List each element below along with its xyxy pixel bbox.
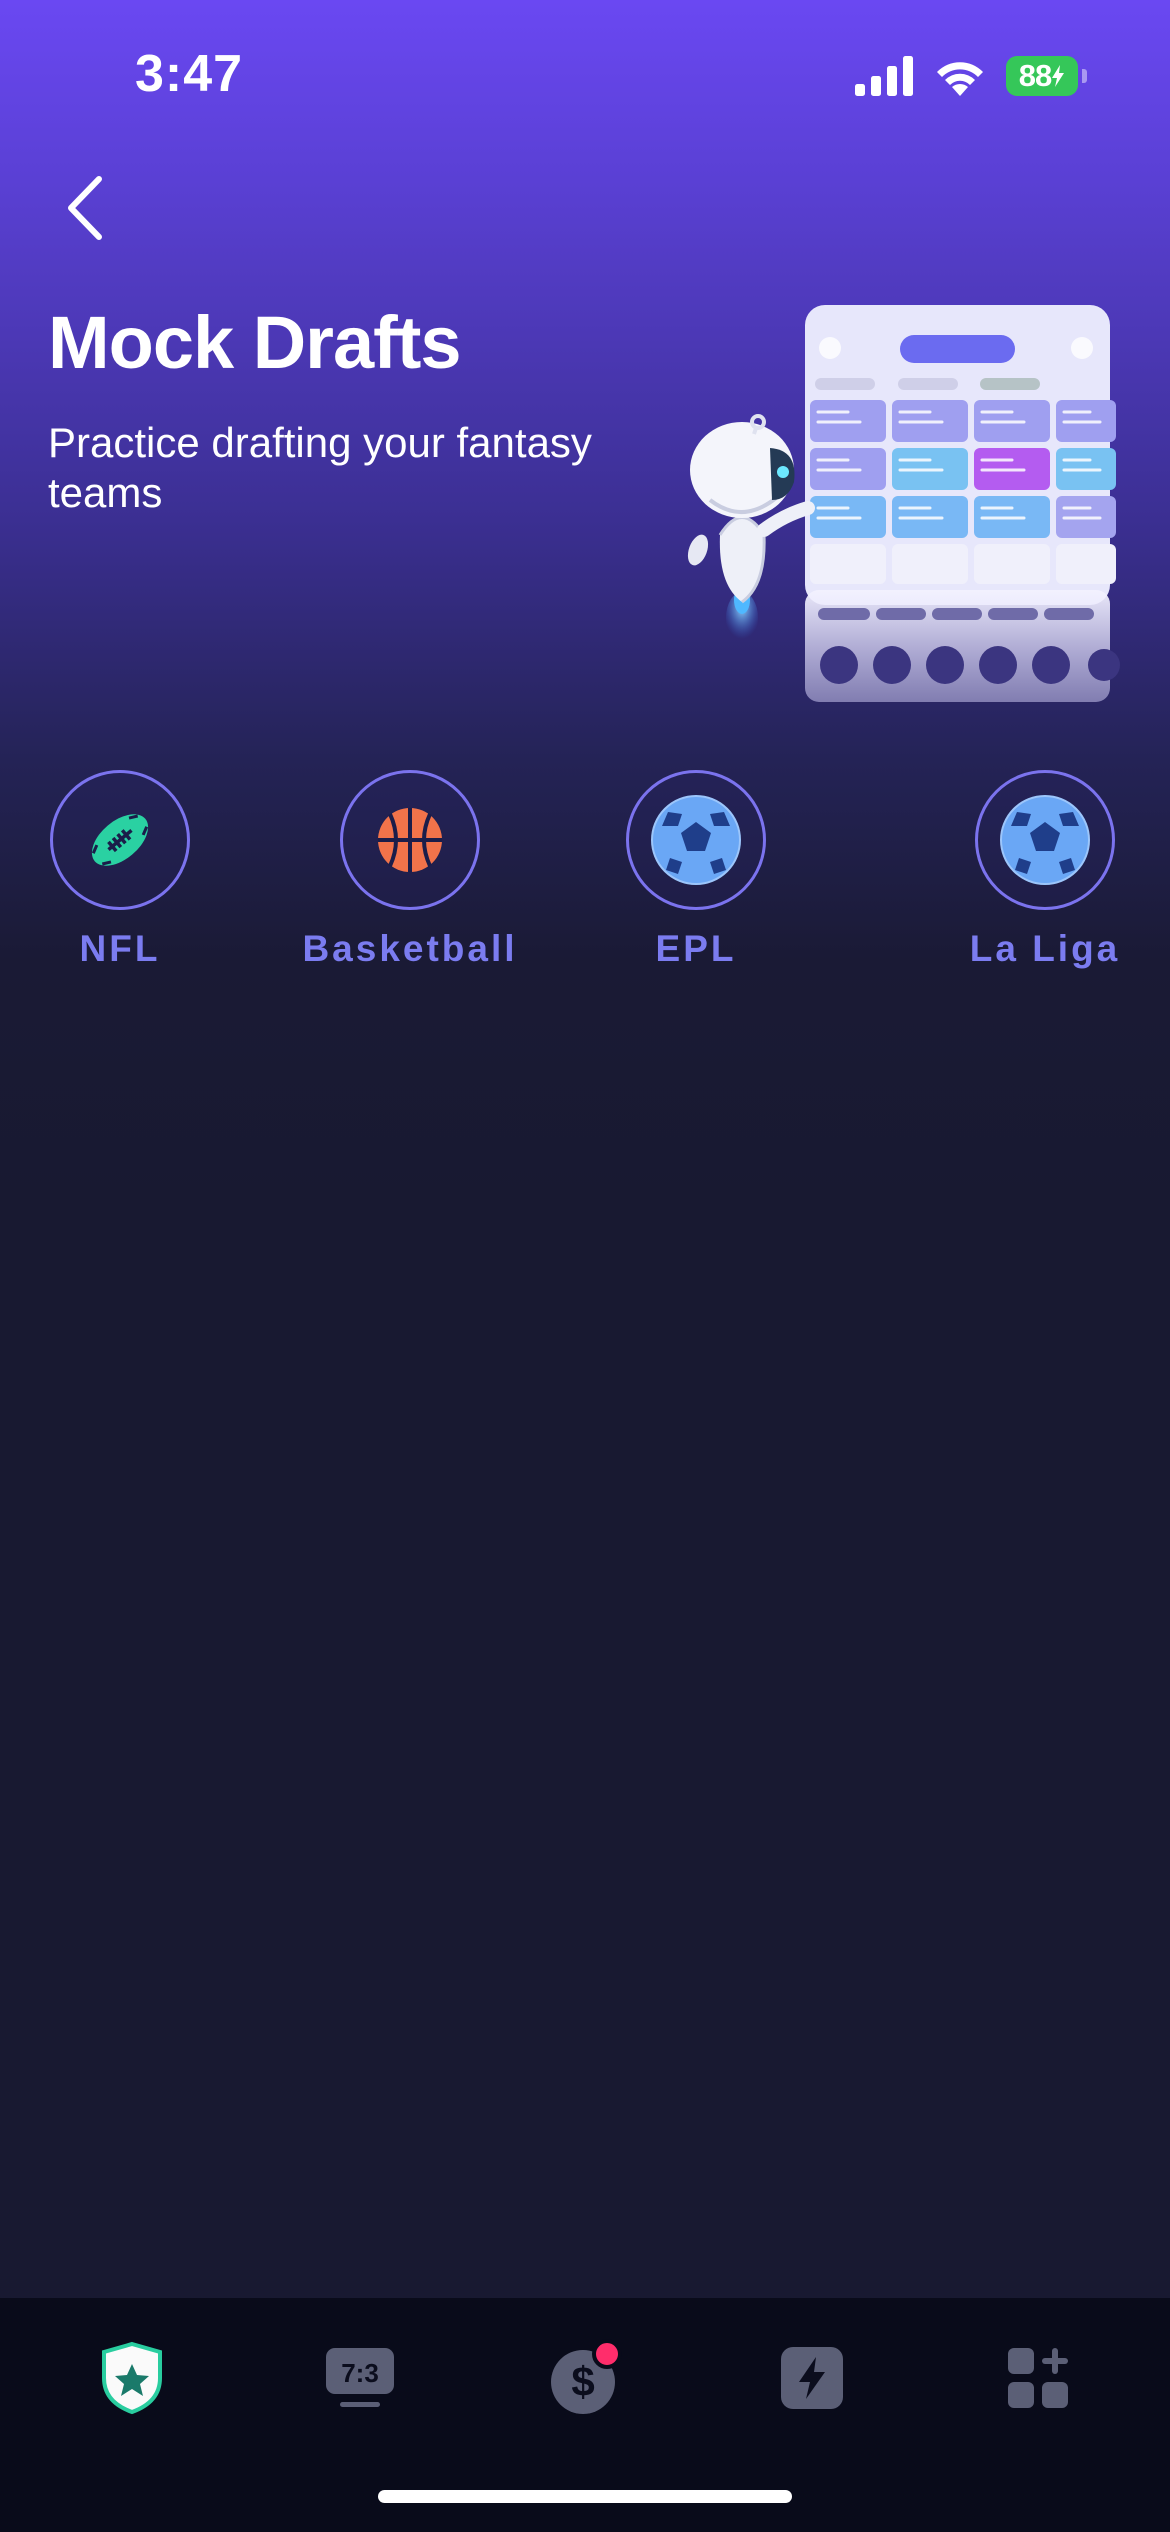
home-indicator[interactable]: [378, 2490, 792, 2503]
sport-la-liga[interactable]: La Liga: [960, 770, 1130, 970]
sport-epl-button[interactable]: [626, 770, 766, 910]
basketball-icon: [378, 808, 442, 872]
chevron-left-icon: [68, 176, 102, 240]
tab-more[interactable]: [998, 2338, 1078, 2418]
page-subtitle: Practice drafting your fantasy teams: [48, 419, 592, 516]
soccer-ball-icon: [1000, 795, 1090, 885]
battery-indicator: 88: [1006, 56, 1088, 96]
page-title: Mock Drafts: [48, 301, 462, 384]
soccer-ball-icon: [651, 795, 741, 885]
shield-star-icon: [102, 2341, 162, 2415]
football-icon: [91, 814, 149, 866]
tab-fantasy[interactable]: [92, 2338, 172, 2418]
tab-scores[interactable]: 7:3: [320, 2338, 400, 2418]
lightning-icon: [781, 2347, 843, 2409]
cellular-signal-icon: [855, 56, 913, 96]
scoreboard-icon: 7:3: [326, 2348, 394, 2407]
sport-label-epl: EPL: [655, 928, 737, 969]
svg-text:7:3: 7:3: [341, 2358, 379, 2388]
sport-label-la-liga: La Liga: [969, 928, 1121, 969]
status-time: 3:47: [135, 45, 244, 103]
sport-nfl-button[interactable]: [50, 770, 190, 910]
svg-text:$: $: [571, 2358, 594, 2405]
battery-level: 88: [1006, 56, 1078, 96]
dollar-icon: $: [551, 2339, 622, 2414]
sport-nfl[interactable]: NFL: [50, 770, 190, 970]
sport-epl[interactable]: EPL: [626, 770, 766, 970]
sport-label-basketball: Basketball: [302, 928, 518, 969]
battery-percent: 88: [1018, 58, 1052, 93]
charging-bolt-icon: [1052, 65, 1065, 87]
wifi-icon: [937, 62, 983, 96]
sport-la-liga-button[interactable]: [975, 770, 1115, 910]
notification-badge: [592, 2339, 622, 2369]
tab-live[interactable]: [772, 2338, 852, 2418]
robot-draft-board-illustration: [687, 305, 1120, 702]
tab-money[interactable]: $: [545, 2338, 625, 2418]
back-button[interactable]: [50, 168, 120, 248]
sport-basketball[interactable]: Basketball: [294, 770, 526, 970]
sport-basketball-button[interactable]: [340, 770, 480, 910]
sport-label-nfl: NFL: [79, 928, 161, 969]
mock-drafts-screen: 3:47 88 Mock Drafts Practice drafting yo…: [0, 0, 1170, 2532]
battery-nub: [1082, 69, 1087, 83]
status-bar: 3:47 88: [0, 0, 1170, 150]
apps-grid-icon: [1008, 2348, 1068, 2408]
